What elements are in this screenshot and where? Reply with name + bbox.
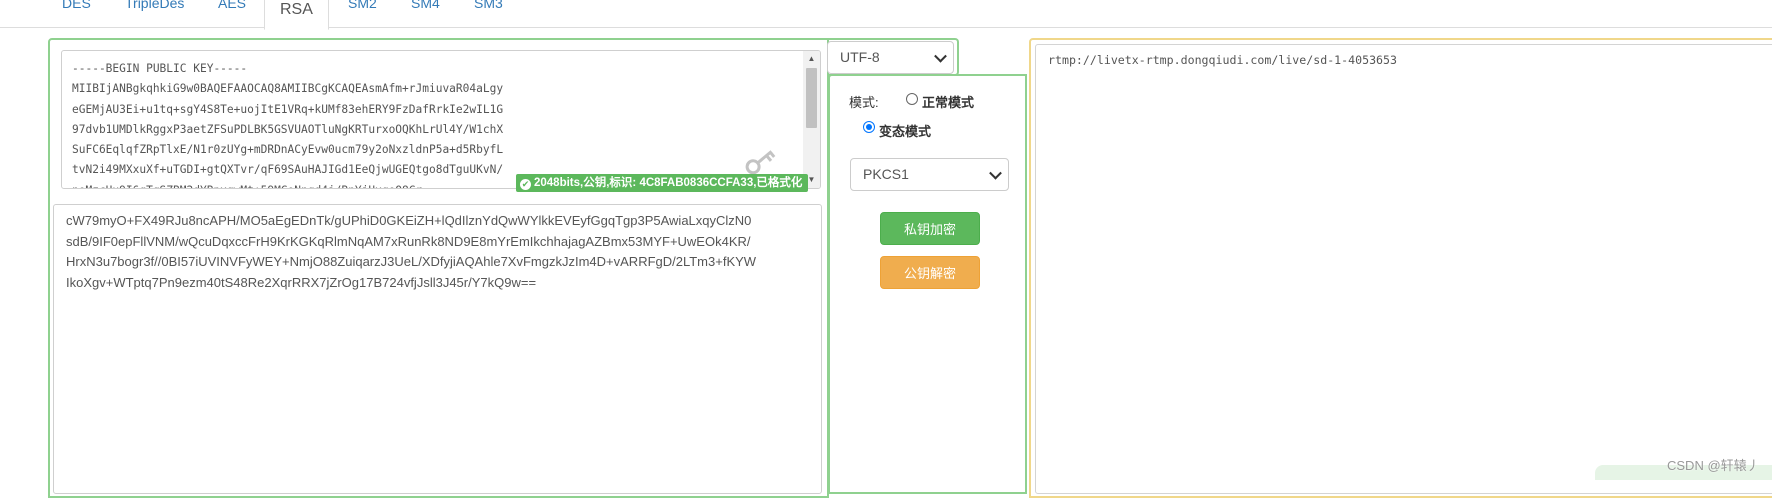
tab-rsa[interactable]: RSA bbox=[264, 0, 329, 30]
output-textarea[interactable] bbox=[1035, 44, 1772, 494]
tab-bar: DES TripleDes AES RSA SM2 SM4 SM3 bbox=[0, 0, 1772, 30]
scroll-thumb[interactable] bbox=[806, 68, 817, 128]
tab-sm3[interactable]: SM3 bbox=[474, 0, 503, 14]
mode-label: 模式: bbox=[849, 95, 879, 110]
chevron-down-icon bbox=[989, 166, 1002, 180]
key-info-text: 2048bits,公钥,标识: 4C8FAB0836CCFA33,已格式化 bbox=[534, 177, 803, 189]
mode-normal-label[interactable]: 正常模式 bbox=[922, 92, 974, 111]
chevron-down-icon bbox=[934, 49, 947, 63]
tab-sm4[interactable]: SM4 bbox=[411, 0, 440, 14]
mode-normal-radio[interactable] bbox=[906, 93, 918, 105]
encoding-value: UTF-8 bbox=[840, 49, 880, 65]
output-text: rtmp://livetx-rtmp.dongqiudi.com/live/sd… bbox=[1048, 53, 1398, 67]
tab-aes[interactable]: AES bbox=[218, 0, 246, 14]
mode-variant-radio[interactable] bbox=[863, 121, 875, 133]
padding-select[interactable]: PKCS1 bbox=[850, 158, 1009, 191]
scroll-up-arrow-icon[interactable]: ▲ bbox=[803, 51, 820, 67]
tab-tripledes[interactable]: TripleDes bbox=[125, 0, 184, 14]
key-info-badge: ✔ 2048bits,公钥,标识: 4C8FAB0836CCFA33,已格式化 bbox=[516, 174, 809, 192]
ciphertext-text: cW79myO+FX49RJu8ncAPH/MO5aEgEDnTk/gUPhiD… bbox=[66, 213, 757, 290]
private-key-encrypt-button[interactable]: 私钥加密 bbox=[880, 212, 980, 245]
key-scrollbar[interactable]: ▲ ▼ bbox=[803, 51, 820, 188]
ciphertext-textarea[interactable]: cW79myO+FX49RJu8ncAPH/MO5aEgEDnTk/gUPhiD… bbox=[53, 204, 822, 494]
public-key-decrypt-button[interactable]: 公钥解密 bbox=[880, 256, 980, 289]
public-key-text: -----BEGIN PUBLIC KEY----- MIIBIjANBgkqhk… bbox=[72, 62, 504, 188]
padding-value: PKCS1 bbox=[863, 166, 909, 182]
mode-variant-label[interactable]: 变态模式 bbox=[879, 121, 931, 140]
public-key-textarea[interactable]: -----BEGIN PUBLIC KEY----- MIIBIjANBgkqhk… bbox=[61, 50, 821, 189]
tab-sm2[interactable]: SM2 bbox=[348, 0, 377, 14]
encoding-select[interactable]: UTF-8 bbox=[827, 41, 954, 74]
csdn-watermark: CSDN @轩辕丿 bbox=[1667, 458, 1760, 473]
check-circle-icon: ✔ bbox=[520, 179, 531, 190]
tab-des[interactable]: DES bbox=[62, 0, 91, 14]
